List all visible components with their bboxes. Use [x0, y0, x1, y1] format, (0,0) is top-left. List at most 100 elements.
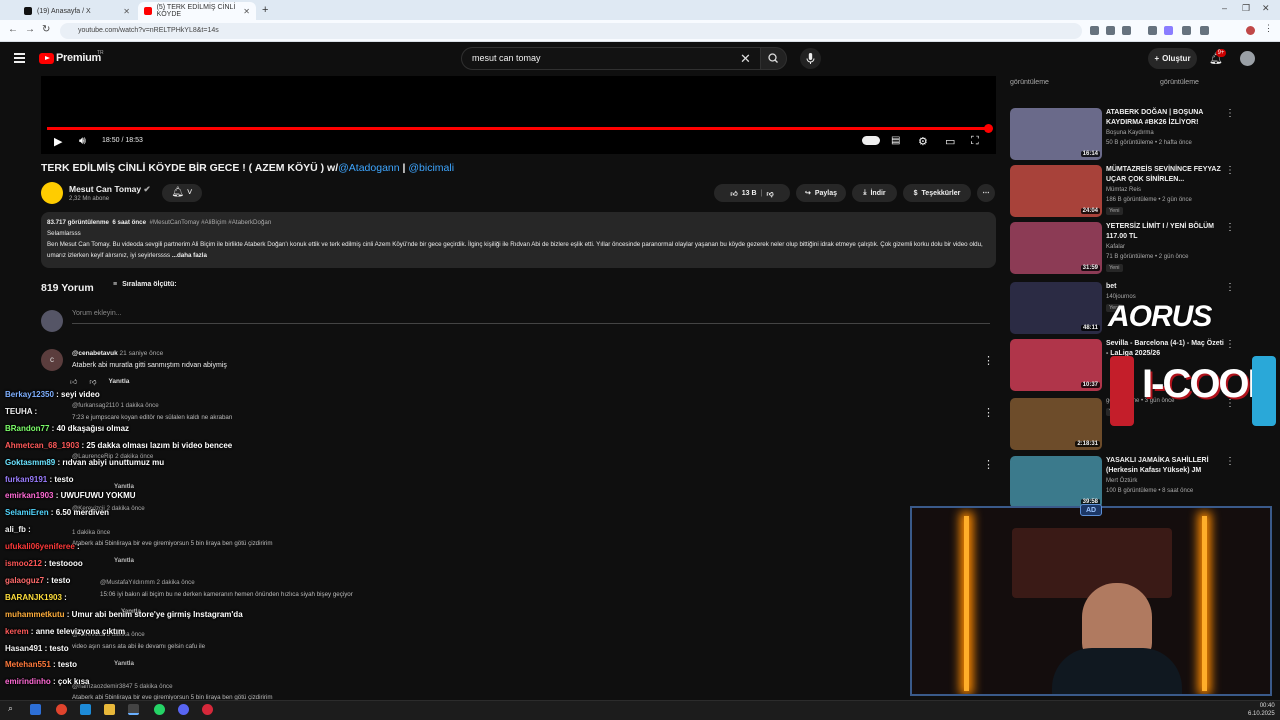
- related-video-channel[interactable]: Mümtaz Reis: [1106, 187, 1141, 193]
- mention-link[interactable]: @bicimali: [408, 162, 454, 174]
- minimize-icon[interactable]: –: [1222, 3, 1227, 13]
- video-thumbnail[interactable]: 2:18:31: [1010, 398, 1102, 450]
- youtube-premium-logo[interactable]: Premium: [56, 52, 101, 64]
- thanks-button[interactable]: $ Teşekkürler: [903, 184, 971, 202]
- back-icon[interactable]: ←: [8, 24, 18, 35]
- profile-avatar-icon[interactable]: [1246, 26, 1255, 35]
- related-video-item[interactable]: 16:14 ATABERK DOĞAN | BOŞUNA KAYDIRMA #BK…: [1010, 108, 1260, 162]
- related-video-item[interactable]: 39:58 YASAKLI JAMAİKA SAHİLLERİ (Herkesin…: [1010, 456, 1260, 510]
- related-video-item[interactable]: 24:04 MÜMTAZREİS SEVİNİNCE FEYYAZ UÇAR ÇO…: [1010, 165, 1260, 219]
- subscription-bell-button[interactable]: 🔔︎ ˅: [162, 184, 202, 202]
- youtube-logo-icon[interactable]: [39, 53, 54, 64]
- show-more-link[interactable]: ...daha fazla: [172, 252, 207, 259]
- comment-author[interactable]: @cenabetavuk: [72, 350, 118, 357]
- reply-button[interactable]: Yanıtla: [108, 378, 129, 385]
- thumbs-down-icon[interactable]: 👎︎: [766, 189, 773, 198]
- fullscreen-icon[interactable]: ⛶: [971, 135, 979, 148]
- extension-icon[interactable]: [1090, 26, 1099, 35]
- thumbs-up-icon[interactable]: 👍︎: [730, 189, 737, 198]
- account-avatar[interactable]: [1240, 51, 1255, 66]
- voice-search-button[interactable]: [800, 48, 821, 69]
- sort-comments-button[interactable]: ≡ Sıralama ölçütü:: [113, 281, 177, 288]
- thumbs-up-icon[interactable]: 👍︎: [70, 377, 77, 386]
- video-menu-icon[interactable]: ⋮: [1225, 456, 1235, 467]
- extension-icon[interactable]: [1148, 26, 1157, 35]
- new-tab-button[interactable]: +: [262, 4, 268, 16]
- video-thumbnail[interactable]: 10:37: [1010, 339, 1102, 391]
- autoplay-toggle[interactable]: [862, 136, 880, 145]
- mention-link[interactable]: @Atadogann: [338, 162, 399, 174]
- whatsapp-icon[interactable]: [154, 704, 165, 715]
- hashtags[interactable]: #MesutCanTomay #AliBiçim #AtaberkDoğan: [150, 219, 272, 226]
- related-video-title[interactable]: bet: [1106, 282, 1224, 292]
- search-input[interactable]: mesut can tomay: [461, 47, 761, 70]
- create-button[interactable]: + Oluştur: [1148, 48, 1197, 69]
- related-video-channel[interactable]: Kafalar: [1106, 244, 1125, 250]
- edge-icon[interactable]: [80, 704, 91, 715]
- comment-menu-icon[interactable]: ⋮: [983, 406, 994, 419]
- app-icon[interactable]: [128, 704, 139, 715]
- reload-icon[interactable]: ↻: [42, 24, 50, 35]
- video-menu-icon[interactable]: ⋮: [1225, 222, 1235, 233]
- tab-x-home[interactable]: (19) Anasayfa / X ✕: [18, 2, 136, 20]
- url-bar[interactable]: youtube.com/watch?v=nRELTPHkYL8&t=14s: [60, 23, 1082, 39]
- channel-name[interactable]: Mesut Can Tomay ✔: [69, 184, 151, 195]
- related-video-title[interactable]: ATABERK DOĞAN | BOŞUNA KAYDIRMA #BK26 İZ…: [1106, 108, 1224, 128]
- close-window-icon[interactable]: ✕: [1262, 3, 1270, 14]
- video-menu-icon[interactable]: ⋮: [1225, 108, 1235, 119]
- video-thumbnail[interactable]: 48:11: [1010, 282, 1102, 334]
- video-thumbnail[interactable]: 31:59: [1010, 222, 1102, 274]
- obs-icon[interactable]: [202, 704, 213, 715]
- video-progress-bar[interactable]: [47, 127, 987, 130]
- progress-scrubber-handle[interactable]: [984, 124, 993, 133]
- like-dislike-group[interactable]: 👍︎ 13 B | 👎︎: [714, 184, 790, 202]
- related-video-channel[interactable]: Boşuna Kaydırma: [1106, 130, 1154, 136]
- windows-start-icon[interactable]: [30, 704, 41, 715]
- comment-menu-icon[interactable]: ⋮: [983, 354, 994, 367]
- comment-time[interactable]: 21 saniye önce: [120, 350, 164, 357]
- more-actions-button[interactable]: ⋯: [977, 184, 995, 202]
- volume-icon[interactable]: 🔊︎: [79, 135, 86, 148]
- file-explorer-icon[interactable]: [104, 704, 115, 715]
- forward-icon[interactable]: →: [25, 24, 35, 35]
- video-menu-icon[interactable]: ⋮: [1225, 339, 1235, 350]
- bookmark-star-icon[interactable]: [1122, 26, 1131, 35]
- tab-youtube[interactable]: (5) TERK EDİLMİŞ CİNLİ KÖYDE ✕: [138, 2, 256, 20]
- video-menu-icon[interactable]: ⋮: [1225, 282, 1235, 293]
- discord-icon[interactable]: [178, 704, 189, 715]
- extension-icon[interactable]: [1164, 26, 1173, 35]
- clear-search-icon[interactable]: ✕: [740, 51, 751, 67]
- thumbs-down-icon[interactable]: 👎︎: [89, 377, 96, 386]
- channel-avatar[interactable]: [41, 182, 63, 204]
- video-player[interactable]: [41, 76, 996, 154]
- hamburger-menu-icon[interactable]: [14, 53, 25, 63]
- extension-icon[interactable]: [1182, 26, 1191, 35]
- chrome-icon[interactable]: [56, 704, 67, 715]
- play-icon[interactable]: ▶: [54, 135, 62, 148]
- video-thumbnail[interactable]: 39:58: [1010, 456, 1102, 508]
- description-box[interactable]: 83.717 görüntülenme 6 saat önce #MesutCa…: [41, 212, 996, 268]
- video-thumbnail[interactable]: 24:04: [1010, 165, 1102, 217]
- comment-menu-icon[interactable]: ⋮: [983, 458, 994, 471]
- restore-icon[interactable]: ❐: [1242, 3, 1250, 14]
- theater-mode-icon[interactable]: ▭: [945, 135, 955, 148]
- video-thumbnail[interactable]: 16:14: [1010, 108, 1102, 160]
- close-tab-icon[interactable]: ✕: [243, 7, 250, 16]
- related-video-title[interactable]: YASAKLI JAMAİKA SAHİLLERİ (Herkesin Kafa…: [1106, 456, 1224, 476]
- commenter-avatar[interactable]: c: [41, 349, 63, 371]
- extensions-puzzle-icon[interactable]: [1200, 26, 1209, 35]
- browser-menu-icon[interactable]: ⋮: [1264, 23, 1273, 33]
- zoom-icon[interactable]: [1106, 26, 1115, 35]
- video-menu-icon[interactable]: ⋮: [1225, 165, 1235, 176]
- search-icon[interactable]: ⌕: [8, 703, 19, 714]
- close-tab-icon[interactable]: ✕: [123, 7, 130, 16]
- search-button[interactable]: [760, 47, 787, 70]
- related-video-title[interactable]: YETERSİZ LİMİT I / YENİ BÖLÜM 117.00 TL: [1106, 222, 1224, 242]
- related-video-item[interactable]: 31:59 YETERSİZ LİMİT I / YENİ BÖLÜM 117.0…: [1010, 222, 1260, 276]
- settings-gear-icon[interactable]: ⚙: [918, 135, 928, 148]
- download-button[interactable]: ⤓ İndir: [852, 184, 897, 202]
- add-comment-input[interactable]: Yorum ekleyin...: [72, 310, 990, 324]
- share-button[interactable]: ↪ Paylaş: [796, 184, 846, 202]
- subtitles-icon[interactable]: ▤: [891, 135, 900, 146]
- related-video-channel[interactable]: Mert Öztürk: [1106, 478, 1137, 484]
